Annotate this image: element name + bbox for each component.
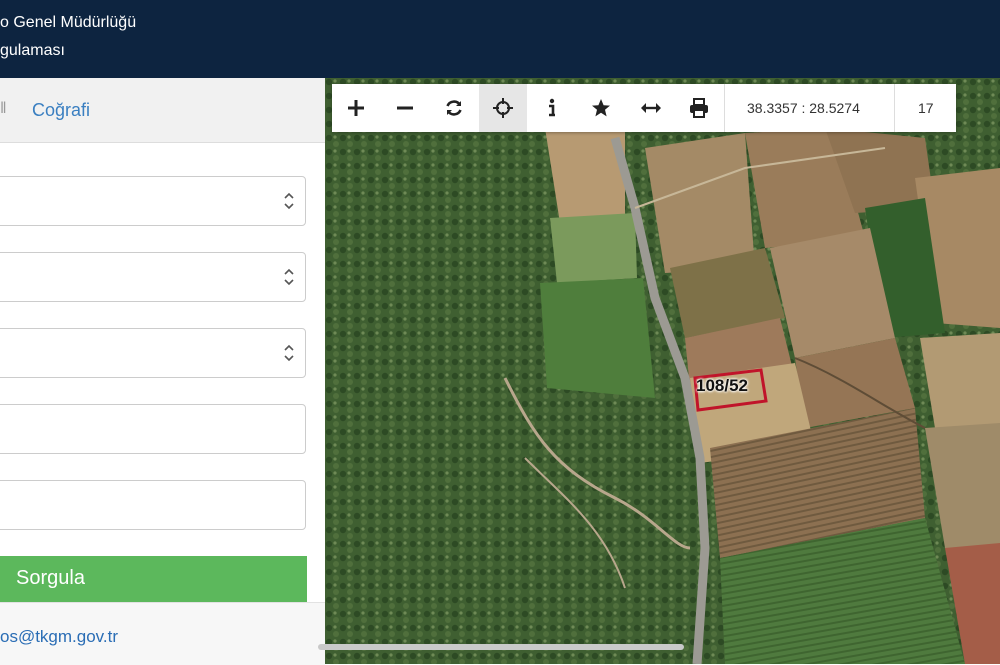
query-button[interactable]: Sorgula [0,556,307,602]
district-select[interactable] [0,252,306,302]
neighborhood-select[interactable] [0,328,306,378]
map-toolbar: 38.3357 : 28.5274 17 [332,84,956,132]
tab-cografi[interactable]: Coğrafi [32,100,90,121]
coordinate-readout: 38.3357 : 28.5274 [724,84,895,132]
app-title: o Genel Müdürlüğü [0,14,137,31]
refresh-icon [446,100,462,116]
block-number-input[interactable] [0,404,306,454]
tab-bar: ǁ Coğrafi [0,78,325,143]
zoom-in-icon [348,100,364,116]
measure-button[interactable] [626,84,674,132]
print-icon [690,98,708,118]
refresh-button[interactable] [430,84,478,132]
measure-arrows-icon [641,103,661,113]
coordinate-value: 38.3357 : 28.5274 [747,100,860,116]
zoom-out-button[interactable] [381,84,429,132]
favorites-button[interactable] [577,84,625,132]
app-subtitle: gulaması [0,42,65,59]
horizontal-scrollbar[interactable] [318,644,684,650]
contact-email-link[interactable]: os@tkgm.gov.tr [0,627,118,647]
zoom-level-value: 17 [918,100,934,116]
info-icon [549,98,555,117]
zoom-level-readout: 17 [894,84,957,132]
parcel-number-input[interactable] [0,480,306,530]
satellite-imagery [325,78,1000,664]
zoom-in-button[interactable] [332,84,380,132]
satellite-map[interactable] [325,78,1000,664]
locate-button[interactable] [479,84,527,132]
locate-icon [493,98,513,118]
tab-separator: ǁ [0,100,7,117]
query-sidebar: ǁ Coğrafi Sorgula os@tkgm.gov.tr [0,78,325,665]
print-button[interactable] [675,84,723,132]
select-caret-icon [284,192,294,210]
zoom-out-icon [397,106,413,110]
select-caret-icon [284,344,294,362]
province-select[interactable] [0,176,306,226]
contact-footer: os@tkgm.gov.tr [0,602,325,665]
app-header: o Genel Müdürlüğü gulaması [0,0,1000,78]
query-button-label: Sorgula [16,567,85,589]
select-caret-icon [284,268,294,286]
info-button[interactable] [528,84,576,132]
parcel-label: 108/52 [696,376,748,395]
favorite-star-icon [592,99,610,117]
